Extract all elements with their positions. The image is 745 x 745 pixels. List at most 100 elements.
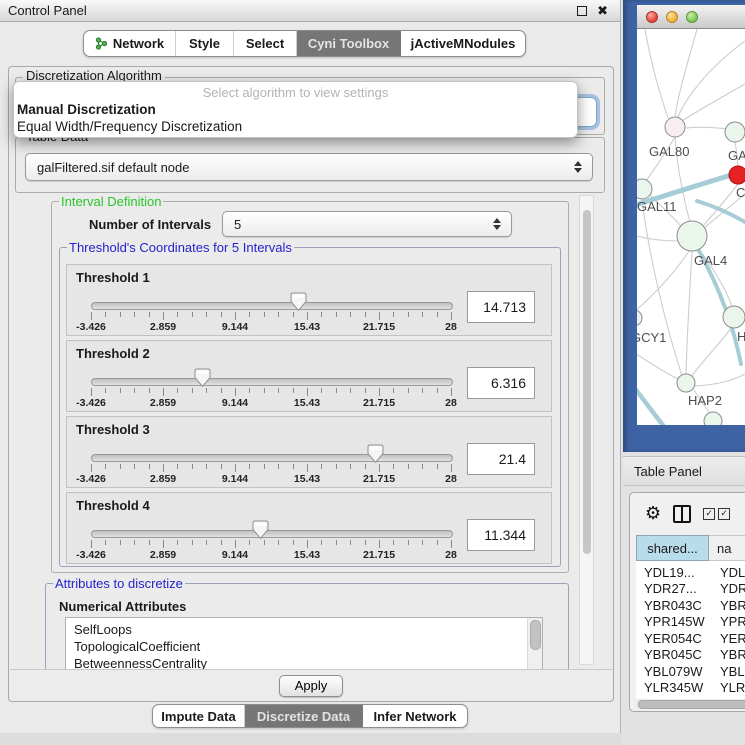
- threshold-4-value-field[interactable]: 11.344: [467, 519, 535, 551]
- network-node-label: GAL4: [694, 253, 727, 268]
- edge: [675, 29, 697, 117]
- threshold-4-slider-thumb[interactable]: [252, 520, 269, 540]
- tab-jactivemnodules[interactable]: jActiveMNodules: [401, 31, 525, 56]
- minimize-traffic-light-icon[interactable]: [666, 11, 678, 23]
- numerical-attributes-list[interactable]: SelfLoopsTopologicalCoefficientBetweenne…: [65, 617, 543, 669]
- attribute-list-item[interactable]: BetweennessCentrality: [74, 655, 542, 669]
- attribute-list-scrollbar[interactable]: [527, 618, 542, 669]
- cell-name: YDL1: [710, 565, 745, 580]
- threshold-1-panel: Threshold 1 -3.4262.8599.14415.4321.7152…: [66, 264, 552, 336]
- float-window-icon[interactable]: [577, 6, 587, 16]
- table-header: shared... na: [636, 535, 745, 561]
- network-node[interactable]: [637, 310, 642, 326]
- threshold-3-label: Threshold 3: [76, 422, 150, 437]
- threshold-2-slider-thumb[interactable]: [194, 368, 211, 388]
- threshold-4-slider-track[interactable]: [91, 530, 453, 538]
- tick-label: 9.144: [222, 549, 248, 561]
- threshold-2-value-field[interactable]: 6.316: [467, 367, 535, 399]
- attributes-to-discretize-label: Attributes to discretize: [53, 576, 185, 591]
- tab-discretize-data[interactable]: Discretize Data: [245, 705, 363, 727]
- edge: [637, 381, 679, 425]
- network-node[interactable]: [704, 412, 722, 425]
- slider-ticks: [91, 464, 451, 472]
- number-of-intervals-spinner[interactable]: 5: [222, 211, 512, 237]
- scrollbar-thumb[interactable]: [583, 210, 591, 554]
- table-row[interactable]: YBL079WYBL0: [636, 663, 745, 680]
- close-traffic-light-icon[interactable]: [646, 11, 658, 23]
- tab-network[interactable]: Network: [84, 31, 176, 56]
- table-data-combobox[interactable]: galFiltered.sif default node: [25, 153, 593, 181]
- network-node[interactable]: [729, 166, 745, 184]
- network-graph: GAL80GACGAL11GAL4GCY1HHAP2: [637, 29, 745, 425]
- threshold-1-slider-track[interactable]: [91, 302, 453, 310]
- network-node[interactable]: [677, 374, 695, 392]
- tab-cyni-toolbox[interactable]: Cyni Toolbox: [297, 31, 401, 56]
- tab-network-label: Network: [113, 36, 164, 51]
- split-columns-icon[interactable]: [673, 505, 691, 523]
- checkbox-icon[interactable]: ✓: [718, 508, 730, 520]
- threshold-3-slider-track[interactable]: [91, 454, 453, 462]
- network-node[interactable]: [637, 179, 652, 199]
- cell-name: YLR3: [710, 680, 745, 695]
- table-row[interactable]: YBR045CYBR0: [636, 647, 745, 664]
- zoom-traffic-light-icon[interactable]: [686, 11, 698, 23]
- close-icon[interactable]: ✖: [597, 5, 608, 18]
- threshold-3-slider-thumb[interactable]: [367, 444, 384, 464]
- slider-ticks: [91, 540, 451, 548]
- settings-vertical-scrollbar[interactable]: [579, 195, 594, 665]
- table-horizontal-scrollbar[interactable]: [636, 699, 745, 709]
- column-header-shared-name[interactable]: shared...: [636, 535, 709, 561]
- network-node[interactable]: [725, 122, 745, 142]
- network-icon: [95, 37, 108, 50]
- slider-tick-labels: -3.4262.8599.14415.4321.71528: [91, 397, 451, 409]
- table-row[interactable]: YLR345WYLR3: [636, 680, 745, 697]
- gear-icon[interactable]: ⚙: [645, 505, 661, 523]
- cell-name: YBR0: [710, 598, 745, 613]
- network-node[interactable]: [723, 306, 745, 328]
- threshold-2-slider-track[interactable]: [91, 378, 453, 386]
- apply-button[interactable]: Apply: [279, 675, 343, 697]
- attribute-list-rows: SelfLoopsTopologicalCoefficientBetweenne…: [66, 618, 542, 669]
- tick-label: 15.43: [294, 397, 320, 409]
- cyni-bottom-tabbar: Impute Data Discretize Data Infer Networ…: [152, 704, 468, 728]
- tab-style[interactable]: Style: [176, 31, 234, 56]
- tab-select[interactable]: Select: [234, 31, 297, 56]
- attribute-list-item[interactable]: SelfLoops: [74, 621, 542, 638]
- slider-tick-labels: -3.4262.8599.14415.4321.71528: [91, 473, 451, 485]
- scrollbar-thumb[interactable]: [638, 700, 745, 709]
- dropdown-option-manual-discretization[interactable]: Manual Discretization: [14, 101, 577, 118]
- network-canvas[interactable]: GAL80GACGAL11GAL4GCY1HHAP2: [637, 29, 745, 425]
- threshold-3-value-field[interactable]: 21.4: [467, 443, 535, 475]
- table-row[interactable]: YPR145WYPR1: [636, 614, 745, 631]
- table-row[interactable]: YBR043CYBR0: [636, 597, 745, 614]
- threshold-1-slider-thumb[interactable]: [290, 292, 307, 312]
- scrollbar-thumb[interactable]: [530, 620, 541, 650]
- slider-ticks: [91, 388, 451, 396]
- table-row[interactable]: YDR27...YDR2: [636, 581, 745, 598]
- tick-label: 28: [445, 549, 457, 561]
- network-node-label: GAL11: [637, 199, 677, 214]
- attribute-list-item[interactable]: TopologicalCoefficient: [74, 638, 542, 655]
- cyni-toolbox-panel: Discretization Algorithm Select algorith…: [8, 66, 614, 702]
- table-row[interactable]: YDL19...YDL1: [636, 564, 745, 581]
- edge: [642, 199, 682, 376]
- network-node-label: GAL80: [649, 144, 689, 159]
- checkbox-icon[interactable]: ✓: [703, 508, 715, 520]
- tab-impute-data[interactable]: Impute Data: [153, 705, 245, 727]
- cell-name: YBR0: [710, 647, 745, 662]
- cell-name: YBL0: [710, 664, 745, 679]
- table-panel-titlebar: Table Panel: [623, 456, 745, 486]
- tab-infer-network[interactable]: Infer Network: [363, 705, 467, 727]
- tick-label: -3.426: [76, 397, 106, 409]
- threshold-1-value-field[interactable]: 14.713: [467, 291, 535, 323]
- cell-shared-name: YDL19...: [636, 565, 710, 580]
- network-node[interactable]: [677, 221, 707, 251]
- dropdown-placeholder: Select algorithm to view settings: [14, 82, 577, 101]
- tick-label: -3.426: [76, 321, 106, 333]
- cell-name: YDR2: [710, 581, 745, 596]
- network-node[interactable]: [665, 117, 685, 137]
- table-row[interactable]: YER054CYER0: [636, 630, 745, 647]
- dropdown-option-equal-width[interactable]: Equal Width/Frequency Discretization: [14, 118, 577, 135]
- column-header-name[interactable]: na: [709, 535, 745, 561]
- tick-label: 2.859: [150, 397, 176, 409]
